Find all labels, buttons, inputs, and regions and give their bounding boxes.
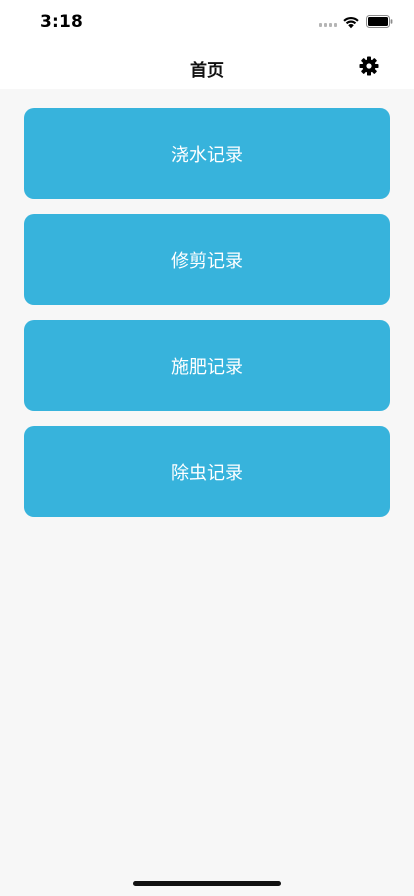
cellular-signal-icon (319, 23, 339, 29)
page-title: 首页 (190, 61, 224, 81)
wifi-icon (343, 16, 359, 29)
pest-control-record-label: 除虫记录 (171, 462, 243, 484)
pruning-record-button[interactable]: 修剪记录 (24, 214, 390, 305)
pruning-record-label: 修剪记录 (171, 250, 243, 272)
status-time: 3:18 (40, 12, 84, 32)
navigation-bar: 首页 (0, 44, 414, 89)
fertilizing-record-label: 施肥记录 (171, 356, 243, 378)
pest-control-record-button[interactable]: 除虫记录 (24, 426, 390, 517)
battery-icon (366, 15, 393, 28)
settings-button[interactable] (356, 53, 382, 79)
fertilizing-record-button[interactable]: 施肥记录 (24, 320, 390, 411)
watering-record-button[interactable]: 浇水记录 (24, 108, 390, 199)
watering-record-label: 浇水记录 (171, 144, 243, 166)
record-list: 浇水记录 修剪记录 施肥记录 除虫记录 (24, 108, 390, 532)
status-bar: 3:18 (0, 0, 414, 44)
gear-icon (359, 56, 379, 76)
home-indicator[interactable] (133, 881, 281, 886)
